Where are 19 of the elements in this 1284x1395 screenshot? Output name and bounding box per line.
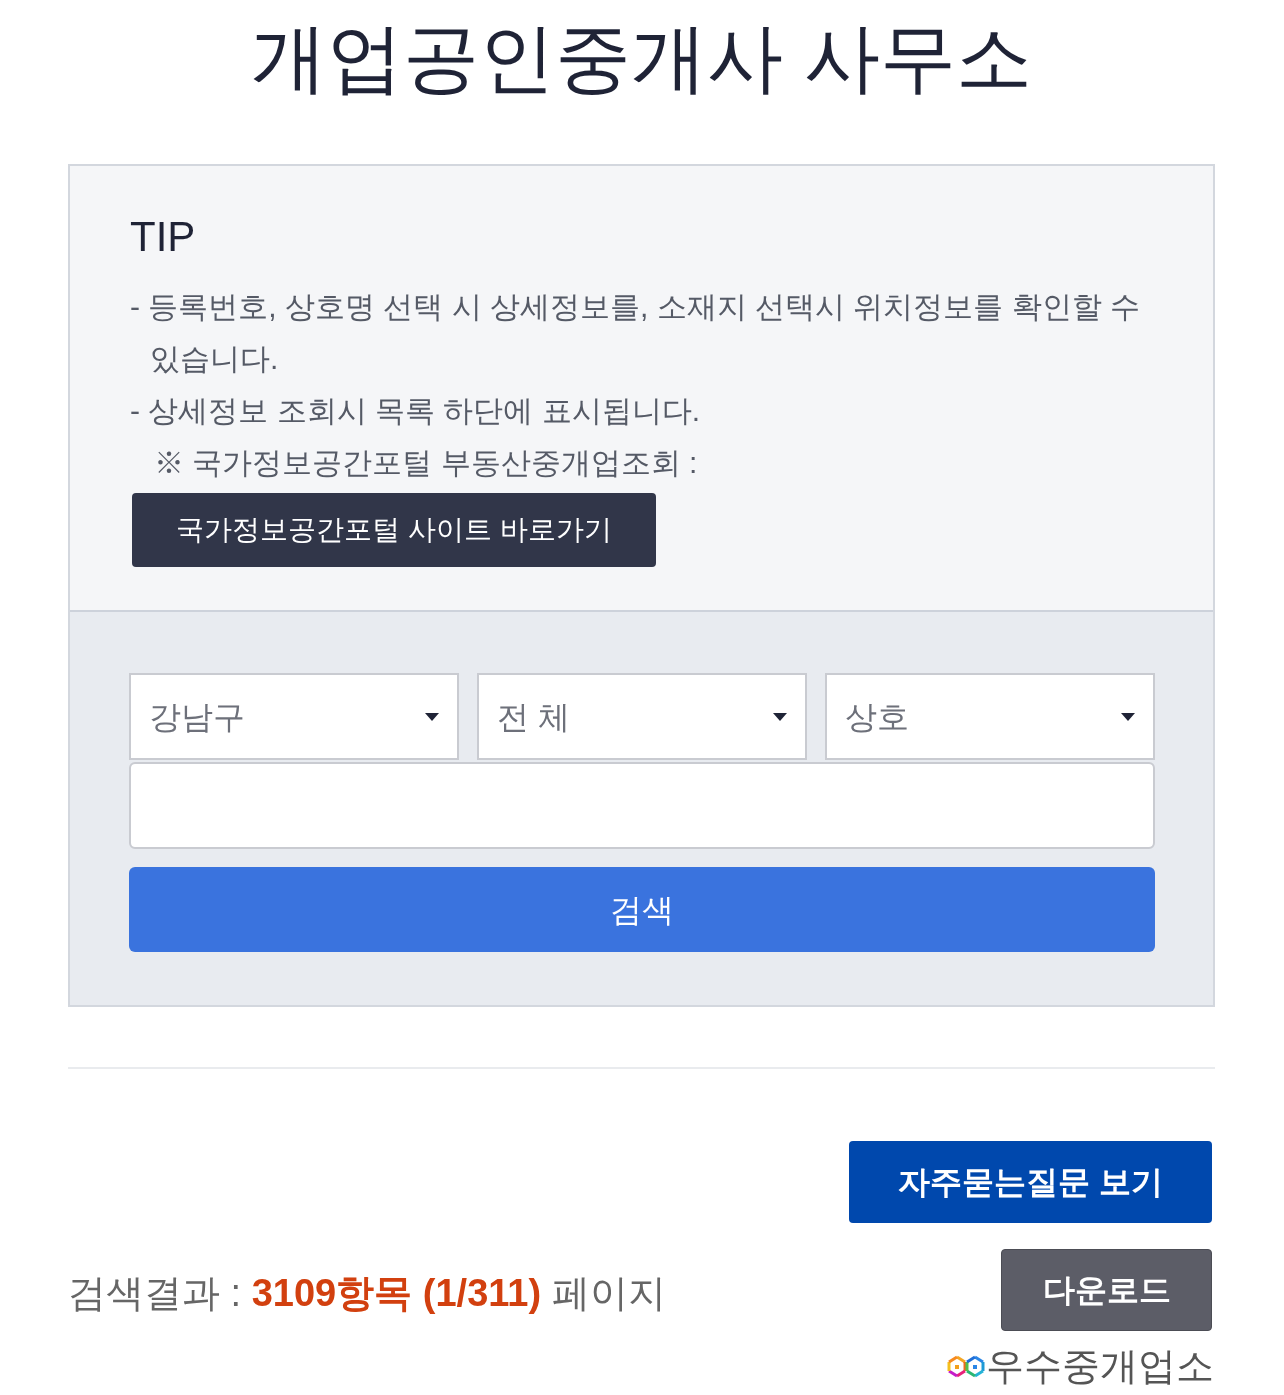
page-title: 개업공인중개사 사무소 xyxy=(249,14,1034,96)
tip-text: - 상세정보 조회시 목록 하단에 표시됩니다. xyxy=(130,393,701,430)
badge-label: 우수중개업소 xyxy=(986,1347,1214,1386)
hexagon-logo-icon xyxy=(946,1353,986,1379)
tip-title: TIP xyxy=(130,212,197,262)
caret-icon xyxy=(773,712,787,721)
faq-button[interactable]: 자주묻는질문 보기 xyxy=(849,1141,1212,1224)
result-summary: 검색결과 : 3109항목 (1/311) 페이지 xyxy=(68,1270,666,1316)
dropdown-select[interactable]: 상호 xyxy=(825,673,1155,761)
dropdown-select[interactable]: 강남구 xyxy=(129,673,459,761)
tip-note: ※ 국가정보공간포털 부동산중개업조회 : xyxy=(153,445,699,482)
caret-icon xyxy=(425,712,439,721)
tip-text: - 등록번호, 상호명 선택 시 상세정보를, 소재지 선택시 위치정보를 확인할 수 있습니다. xyxy=(130,289,1141,378)
dropdown-select[interactable]: 전 체 xyxy=(477,673,807,761)
portal-link-button[interactable]: 국가정보공간포털 사이트 바로가기 xyxy=(132,493,656,568)
caret-icon xyxy=(1121,712,1135,721)
search-field[interactable] xyxy=(129,762,1155,850)
search-button[interactable]: 검색 xyxy=(129,867,1155,953)
download-button[interactable]: 다운로드 xyxy=(1001,1249,1212,1332)
